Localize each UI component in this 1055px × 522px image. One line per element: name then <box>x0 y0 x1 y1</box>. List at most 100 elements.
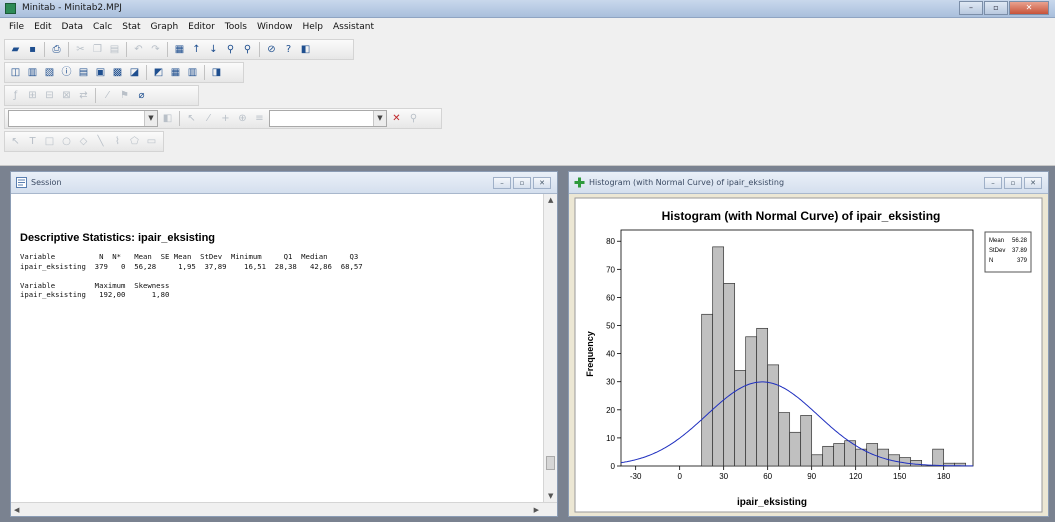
dropdown-arrow-icon[interactable]: ▼ <box>144 111 157 126</box>
menu-data[interactable]: Data <box>57 22 89 32</box>
zoom-icon[interactable]: ⊕ <box>235 111 250 126</box>
histogram-bar <box>756 327 769 467</box>
undo-icon[interactable]: ↶ <box>131 42 146 57</box>
minimize-button[interactable]: – <box>959 1 983 15</box>
session-output[interactable]: Descriptive Statistics: ipair_eksisting … <box>11 194 543 502</box>
scroll-down-arrow-icon[interactable]: ▼ <box>548 492 553 500</box>
move-columns-icon[interactable]: ⇄ <box>76 88 91 103</box>
scroll-up-arrow-icon[interactable]: ▲ <box>548 196 553 204</box>
help-icon[interactable]: ? <box>281 42 296 57</box>
dropdown-arrow-icon[interactable]: ▼ <box>373 111 386 126</box>
zoom-graph-icon[interactable]: ⚲ <box>406 111 421 126</box>
menu-assistant[interactable]: Assistant <box>328 22 379 32</box>
save-project-icon[interactable]: ▪ <box>25 42 40 57</box>
close-button[interactable]: ✕ <box>1009 1 1049 15</box>
eraser-icon[interactable]: ⌀ <box>134 88 149 103</box>
gridlines-tool-icon[interactable]: ▭ <box>144 134 159 149</box>
line-tool-icon[interactable]: ╲ <box>93 134 108 149</box>
print-icon[interactable]: ⎙ <box>49 42 64 57</box>
show-worksheets-icon[interactable]: ▥ <box>25 65 40 80</box>
pan-icon[interactable]: ≡ <box>252 111 267 126</box>
show-graphs-icon[interactable]: ▧ <box>42 65 57 80</box>
show-history-icon[interactable]: ▤ <box>76 65 91 80</box>
next-brushed-icon[interactable]: ↓ <box>206 42 221 57</box>
menu-tools[interactable]: Tools <box>220 22 252 32</box>
text-tool-icon[interactable]: T <box>25 134 40 149</box>
session-minimize-button[interactable]: – <box>493 177 511 189</box>
scroll-thumb[interactable] <box>546 456 555 470</box>
menu-help[interactable]: Help <box>297 22 328 32</box>
menu-calc[interactable]: Calc <box>88 22 117 32</box>
function-icon[interactable]: ƒ <box>8 88 23 103</box>
toolbar-separator <box>95 88 96 103</box>
font-select[interactable]: ▼ <box>269 110 387 127</box>
menu-editor[interactable]: Editor <box>183 22 220 32</box>
related-documents-icon[interactable]: ▩ <box>110 65 125 80</box>
cancel-command-icon[interactable]: ⊘ <box>264 42 279 57</box>
open-project-icon[interactable]: ▰ <box>8 42 23 57</box>
restore-button[interactable]: ▫ <box>984 1 1008 15</box>
graph-close-button[interactable]: ✕ <box>1024 177 1042 189</box>
crosshairs-icon[interactable]: + <box>218 111 233 126</box>
graph-frame[interactable]: Histogram (with Normal Curve) of ipair_e… <box>569 194 1048 516</box>
session-vertical-scrollbar[interactable]: ▲ ▼ <box>543 194 557 502</box>
insert-cells-icon[interactable]: ⊞ <box>25 88 40 103</box>
histogram-bar <box>712 246 725 467</box>
graph-minimize-button[interactable]: – <box>984 177 1002 189</box>
edit-element-icon[interactable]: ◧ <box>160 111 175 126</box>
ellipse-tool-icon[interactable]: ○ <box>59 134 74 149</box>
histogram-chart: Histogram (with Normal Curve) of ipair_e… <box>574 197 1043 513</box>
graph-element-select[interactable]: ▼ <box>8 110 158 127</box>
toolbar-separator <box>44 42 45 57</box>
brush-icon[interactable]: ⁄ <box>100 88 115 103</box>
close-all-graphs-icon[interactable]: ◩ <box>151 65 166 80</box>
menu-file[interactable]: File <box>4 22 29 32</box>
histogram-bar <box>723 283 736 467</box>
select-arrow-icon[interactable]: ↖ <box>184 111 199 126</box>
session-window: Session – ▫ ✕ Descriptive Statistics: ip… <box>10 171 558 517</box>
y-tick-label: 70 <box>606 265 615 274</box>
polyline-tool-icon[interactable]: ⌇ <box>110 134 125 149</box>
polygon-tool-icon[interactable]: ⬠ <box>127 134 142 149</box>
project-manager-icon[interactable]: ◨ <box>209 65 224 80</box>
graph-window-icon <box>574 177 585 188</box>
copy-icon[interactable]: ❐ <box>90 42 105 57</box>
session-horizontal-scrollbar[interactable]: ◀ ▶ <box>11 502 557 516</box>
scroll-left-arrow-icon[interactable]: ◀ <box>14 506 19 514</box>
stat-guide-icon[interactable]: ◧ <box>298 42 313 57</box>
set-id-variables-icon[interactable]: ⚑ <box>117 88 132 103</box>
y-tick-label: 0 <box>611 462 616 471</box>
insert-rows-icon[interactable]: ⊟ <box>42 88 57 103</box>
insert-columns-icon[interactable]: ⊠ <box>59 88 74 103</box>
brush-tool-icon[interactable]: ⁄ <box>201 111 216 126</box>
cut-icon[interactable]: ✂ <box>73 42 88 57</box>
previous-brushed-icon[interactable]: ↑ <box>189 42 204 57</box>
session-maximize-button[interactable]: ▫ <box>513 177 531 189</box>
design-icon[interactable]: ◪ <box>127 65 142 80</box>
manage-graphs-icon[interactable]: ▦ <box>168 65 183 80</box>
rectangle-tool-icon[interactable]: □ <box>42 134 57 149</box>
menu-stat[interactable]: Stat <box>117 22 145 32</box>
scroll-right-arrow-icon[interactable]: ▶ <box>534 506 539 514</box>
session-titlebar: Session – ▫ ✕ <box>11 172 557 194</box>
redo-icon[interactable]: ↷ <box>148 42 163 57</box>
show-reportpad-icon[interactable]: ▣ <box>93 65 108 80</box>
graph-maximize-button[interactable]: ▫ <box>1004 177 1022 189</box>
paste-icon[interactable]: ▤ <box>107 42 122 57</box>
show-info-icon[interactable]: ⓘ <box>59 65 74 80</box>
menu-graph[interactable]: Graph <box>146 22 184 32</box>
show-session-icon[interactable]: ◫ <box>8 65 23 80</box>
find-icon[interactable]: ⚲ <box>223 42 238 57</box>
histogram-bar <box>778 412 791 467</box>
graph-window-title: Histogram (with Normal Curve) of ipair_e… <box>589 178 785 187</box>
edit-last-dialog-icon[interactable]: ▦ <box>172 42 187 57</box>
menu-window[interactable]: Window <box>252 22 298 32</box>
session-close-button[interactable]: ✕ <box>533 177 551 189</box>
marker-tool-icon[interactable]: ◇ <box>76 134 91 149</box>
delete-icon[interactable]: ✕ <box>389 111 404 126</box>
menu-edit[interactable]: Edit <box>29 22 56 32</box>
find-next-icon[interactable]: ⚲ <box>240 42 255 57</box>
worksheet-icon[interactable]: ▥ <box>185 65 200 80</box>
pointer-icon[interactable]: ↖ <box>8 134 23 149</box>
histogram-bar <box>800 415 813 467</box>
